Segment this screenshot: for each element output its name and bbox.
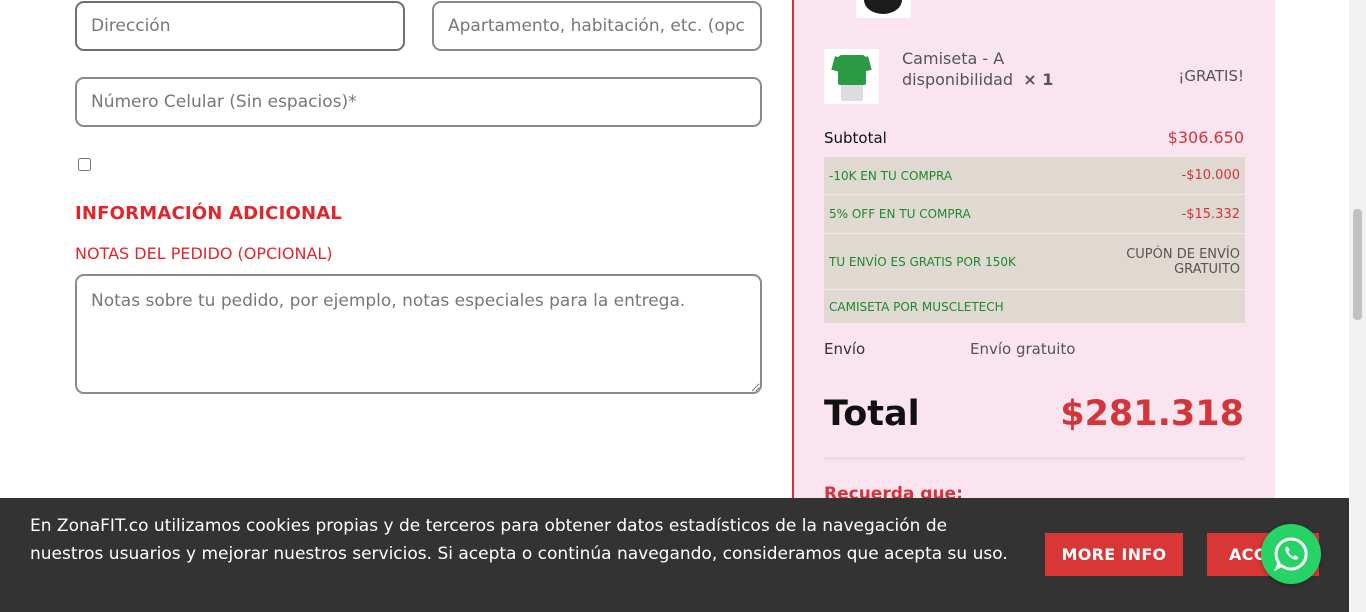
apartment-input[interactable] xyxy=(432,1,762,51)
product-quantity: × 1 xyxy=(1023,70,1054,89)
coupon-label: -10K EN TU COMPRA xyxy=(829,168,953,183)
divider xyxy=(824,457,1245,460)
coupon-value: -$15.332 xyxy=(1181,206,1240,222)
order-notes-label: NOTAS DEL PEDIDO (OPCIONAL) xyxy=(75,244,333,263)
coupon-row: TU ENVÍO ES GRATIS POR 150K CUPÓN DE ENV… xyxy=(824,234,1245,290)
whatsapp-button[interactable] xyxy=(1261,524,1321,584)
subtotal-label: Subtotal xyxy=(824,129,887,147)
product-name-line2: disponibilidad xyxy=(902,70,1014,89)
shipping-label: Envío xyxy=(824,340,866,358)
shipping-value: Envío gratuito xyxy=(970,340,1076,358)
cookie-text: En ZonaFIT.co utilizamos cookies propias… xyxy=(30,516,1008,564)
total-label: Total xyxy=(824,394,920,434)
coupon-value: -$10.000 xyxy=(1181,168,1240,183)
product-thumbnail xyxy=(824,49,879,104)
whatsapp-icon xyxy=(1274,537,1308,572)
product-price: ¡GRATIS! xyxy=(1178,67,1244,85)
product-thumbnail-previous xyxy=(856,0,911,18)
scrollbar-thumb[interactable] xyxy=(1353,209,1362,320)
coupon-label: 5% OFF EN TU COMPRA xyxy=(829,207,971,221)
product-name: Camiseta - A disponibilidad × 1 xyxy=(902,48,1072,90)
address-input[interactable] xyxy=(75,1,405,51)
page-scrollbar[interactable] xyxy=(1349,0,1366,612)
phone-input[interactable] xyxy=(75,77,762,127)
product-name-line1: Camiseta - A xyxy=(902,49,1005,68)
coupon-row: CAMISETA POR MUSCLETECH xyxy=(824,290,1245,323)
cookie-banner: En ZonaFIT.co utilizamos cookies propias… xyxy=(0,498,1349,612)
coupon-row: -10K EN TU COMPRA -$10.000 xyxy=(824,157,1245,195)
subtotal-value: $306.650 xyxy=(1167,128,1244,147)
order-notes-textarea[interactable] xyxy=(75,274,762,394)
option-checkbox[interactable] xyxy=(78,158,91,171)
coupon-label: TU ENVÍO ES GRATIS POR 150K xyxy=(829,254,1016,269)
total-value: $281.318 xyxy=(1060,394,1244,434)
coupon-list: -10K EN TU COMPRA -$10.000 5% OFF EN TU … xyxy=(824,157,1245,323)
more-info-button[interactable]: MORE INFO xyxy=(1045,533,1183,576)
coupon-row: 5% OFF EN TU COMPRA -$15.332 xyxy=(824,195,1245,234)
coupon-label: CAMISETA POR MUSCLETECH xyxy=(829,299,1004,314)
coupon-value: CUPÓN DE ENVÍO GRATUITO xyxy=(1126,246,1240,277)
additional-info-title: INFORMACIÓN ADICIONAL xyxy=(75,203,343,224)
